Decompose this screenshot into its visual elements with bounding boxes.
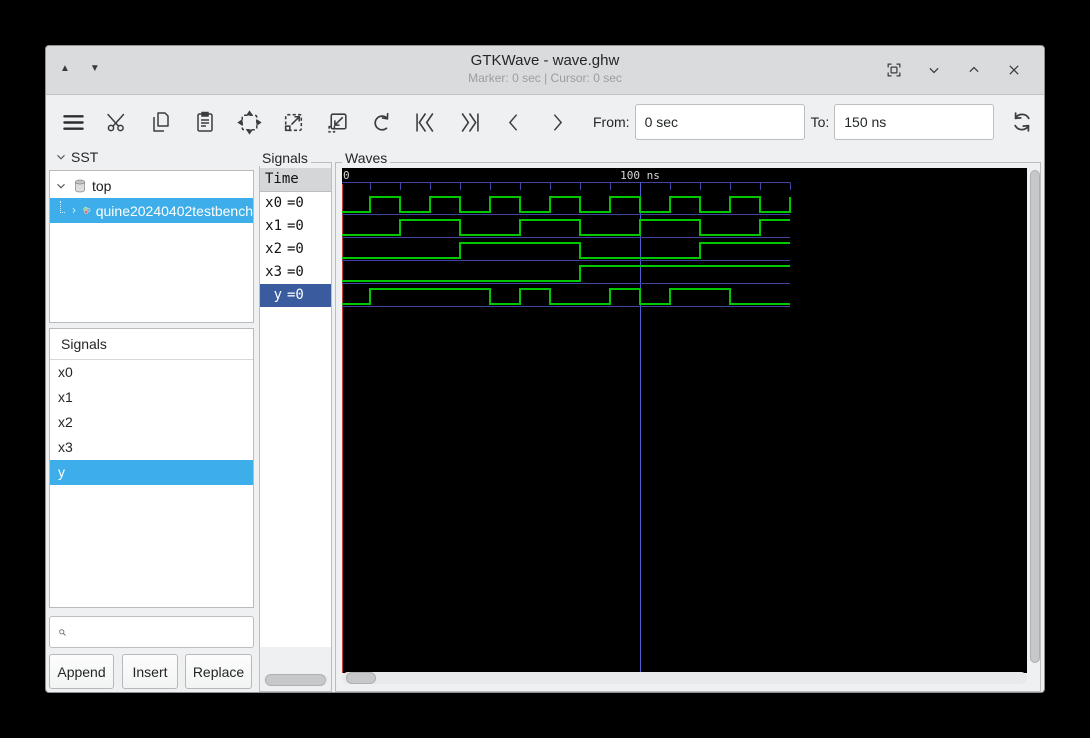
tree-item-top[interactable]: top: [50, 173, 253, 198]
from-label: From:: [593, 114, 630, 130]
titlebar[interactable]: ▲ ▼ GTKWave - wave.ghw Marker: 0 sec | C…: [46, 46, 1044, 95]
close-icon[interactable]: [1002, 58, 1026, 82]
sst-tree: top quine20240402testbench: [49, 170, 254, 323]
reload-button[interactable]: [1008, 108, 1036, 136]
zoom-in-button[interactable]: [279, 108, 307, 136]
scrollbar-thumb[interactable]: [1030, 170, 1040, 663]
tree-item-testbench[interactable]: quine20240402testbench: [50, 198, 253, 223]
desktop: { "titlebar": { "title": "GTKWave - wave…: [0, 0, 1090, 738]
wave-trace-x1: [342, 219, 790, 236]
waves-frame-label: Waves: [342, 150, 391, 166]
tree-guide-line: [60, 200, 66, 213]
wave-vscrollbar[interactable]: [1030, 170, 1041, 670]
svg-text:100 ns: 100 ns: [620, 169, 660, 182]
waveform-canvas[interactable]: 0 100 ns: [342, 168, 1027, 673]
signal-list-item-x1[interactable]: x1: [50, 385, 253, 410]
paste-button[interactable]: [191, 108, 219, 136]
replace-button[interactable]: Replace: [185, 654, 252, 689]
wave-signal-row-x2[interactable]: x2 =0: [260, 238, 331, 261]
go-to-start-button[interactable]: [411, 108, 439, 136]
waveform-svg: 0 100 ns: [342, 169, 791, 673]
time-header[interactable]: Time: [260, 168, 331, 192]
menu-button[interactable]: [59, 108, 87, 136]
insert-button[interactable]: Insert: [122, 654, 178, 689]
wave-signal-row-x3[interactable]: x3 =0: [260, 261, 331, 284]
maximize-icon[interactable]: [962, 58, 986, 82]
scrollbar-thumb[interactable]: [265, 674, 326, 686]
main-toolbar: From: To:: [46, 94, 1044, 150]
signals-frame-label: Signals: [259, 150, 311, 166]
signal-search-list: Signals x0 x1 x2 x3 y: [49, 328, 254, 608]
go-to-end-button[interactable]: [455, 108, 483, 136]
wave-signal-row-y[interactable]: y =0: [260, 284, 331, 307]
signal-list-item-x2[interactable]: x2: [50, 410, 253, 435]
scrollbar-thumb[interactable]: [346, 672, 376, 684]
sst-section-header[interactable]: SST: [54, 149, 98, 165]
minimize-icon[interactable]: [922, 58, 946, 82]
expander-down-icon: [57, 183, 65, 189]
cut-button[interactable]: [103, 108, 131, 136]
signal-list-header: Signals: [50, 329, 253, 360]
step-right-button[interactable]: [543, 108, 571, 136]
append-button[interactable]: Append: [49, 654, 114, 689]
tree-item-label: quine20240402testbench: [95, 202, 253, 219]
zoom-out-button[interactable]: [323, 108, 351, 136]
wave-trace-x3: [342, 265, 790, 282]
module-icon: [83, 206, 91, 214]
wave-signal-row-x1[interactable]: x1 =0: [260, 215, 331, 238]
wave-signal-name-panel: Time x0 =0 x1 =0 x2 =0 x3 =0 y =0: [259, 162, 332, 692]
zoom-fit-button[interactable]: [235, 108, 263, 136]
wave-hscrollbar[interactable]: [342, 672, 1027, 684]
to-input[interactable]: [834, 104, 995, 140]
sst-label: SST: [71, 149, 99, 165]
wave-trace-y: [342, 288, 790, 305]
wave-trace-x0: [342, 196, 791, 213]
gtkwave-window: ▲ ▼ GTKWave - wave.ghw Marker: 0 sec | C…: [45, 45, 1045, 693]
wave-signal-row-x0[interactable]: x0 =0: [260, 192, 331, 215]
signal-list-item-x3[interactable]: x3: [50, 435, 253, 460]
signal-panel-hscrollbar[interactable]: [264, 674, 328, 686]
chevron-down-icon: [57, 154, 65, 160]
signal-name-panel-empty: [260, 307, 331, 647]
signal-list-item-y[interactable]: y: [50, 460, 253, 485]
signal-filter-input[interactable]: [68, 618, 253, 646]
wave-trace-x2: [342, 242, 790, 259]
from-input[interactable]: [634, 104, 805, 140]
signal-filter-box: [49, 616, 254, 648]
fullscreen-icon[interactable]: [882, 58, 906, 82]
wave-panel: 0 100 ns: [335, 162, 1041, 692]
undo-button[interactable]: [367, 108, 395, 136]
svg-text:0: 0: [343, 169, 350, 182]
copy-button[interactable]: [147, 108, 175, 136]
signal-list-item-x0[interactable]: x0: [50, 360, 253, 385]
expander-right-icon[interactable]: [70, 204, 78, 217]
database-icon: [75, 179, 85, 192]
to-label: To:: [810, 114, 830, 130]
step-left-button[interactable]: [499, 108, 527, 136]
search-icon: [59, 628, 66, 636]
tree-item-label: top: [92, 177, 112, 194]
